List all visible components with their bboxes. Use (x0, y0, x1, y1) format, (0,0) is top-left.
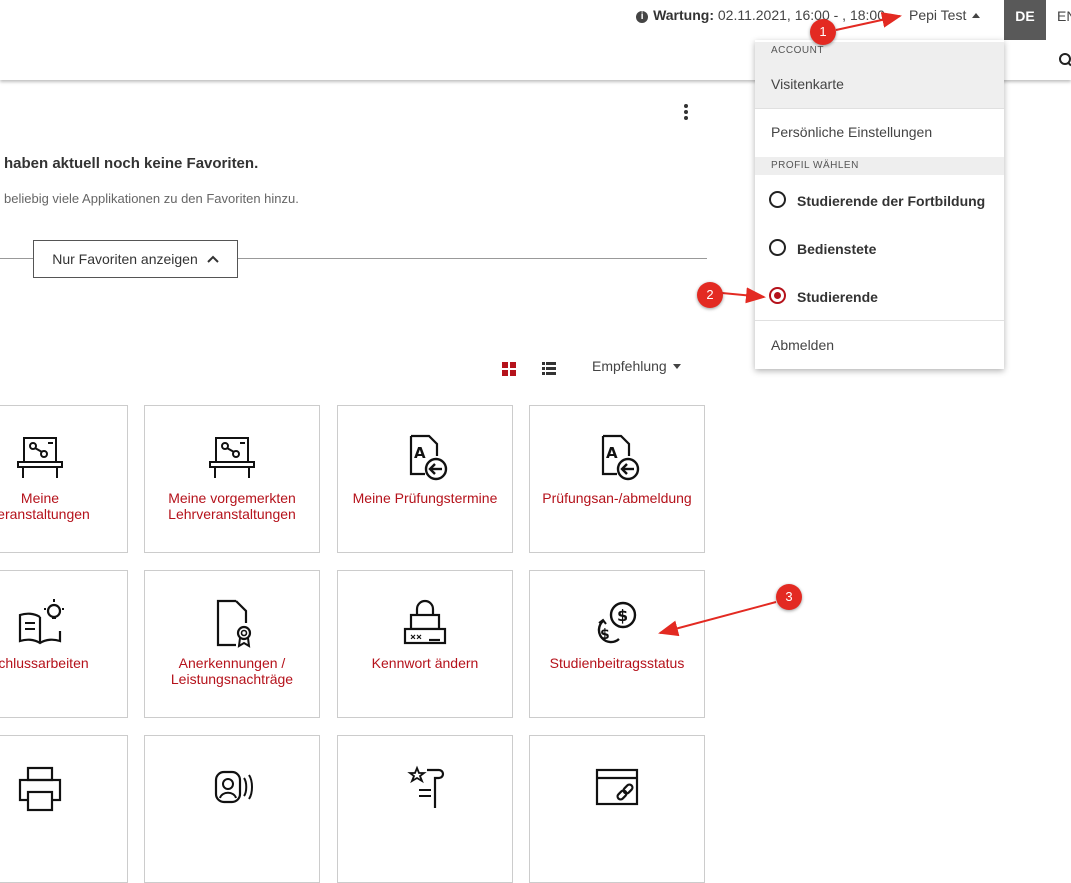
tile-theses[interactable]: schlussarbeiten (0, 570, 128, 718)
profile-option-students[interactable]: Studierende (755, 273, 1004, 321)
tile-label: schlussarbeiten (0, 655, 89, 671)
password-lock-icon: ×× (403, 599, 447, 645)
svg-text:A: A (606, 444, 618, 462)
tile-change-password[interactable]: ×× Kennwort ändern (337, 570, 513, 718)
exam-document-icon: A (409, 434, 448, 481)
radio-icon (769, 191, 786, 208)
account-dropdown: ACCOUNT Visitenkarte Persönliche Einstel… (755, 40, 1004, 369)
profile-option-label: Bedienstete (797, 241, 877, 257)
book-idea-icon (18, 599, 64, 645)
caret-up-icon (972, 13, 981, 18)
tile-tuition-status[interactable]: $ $ Studienbeitragsstatus (529, 570, 705, 718)
language-en-button[interactable]: EN (1057, 0, 1071, 40)
printer-icon (18, 766, 62, 812)
list-view-icon[interactable] (542, 362, 556, 376)
grid-view-icon[interactable] (502, 362, 516, 376)
profile-option-label: Studierende der Fortbildung (797, 193, 986, 209)
svg-text:××: ×× (410, 632, 422, 643)
user-menu-button[interactable]: Pepi Test (909, 7, 981, 23)
profile-section-header: PROFIL WÄHLEN (755, 157, 1004, 175)
lecture-board-icon (209, 437, 255, 478)
tile-label: Studienbeitragsstatus (549, 655, 685, 671)
user-name: Pepi Test (909, 7, 967, 23)
id-contact-icon (214, 770, 253, 804)
tile-label: Anerkennungen / (178, 655, 286, 671)
tile-print[interactable] (0, 735, 128, 883)
tile-certificate-scroll[interactable] (337, 735, 513, 883)
scroll-star-icon (407, 765, 445, 808)
tile-label: Meine Prüfungstermine (352, 490, 498, 506)
tile-label: Meine (20, 490, 60, 506)
language-de-button[interactable]: DE (1004, 0, 1046, 40)
favorites-empty-title: haben aktuell noch keine Favoriten. (4, 155, 259, 172)
tile-label: Lehrveranstaltungen (168, 506, 296, 522)
tile-recognitions[interactable]: Anerkennungen / Leistungsnachträge (144, 570, 320, 718)
caret-down-icon (672, 364, 681, 369)
profile-option-label: Studierende (797, 289, 878, 305)
profile-option-staff[interactable]: Bedienstete (755, 225, 1004, 273)
annotation-badge-2: 2 (697, 282, 723, 308)
browser-link-icon (595, 768, 639, 806)
maintenance-notice: i Wartung: 02.11.2021, 16:00 - , 18:00 (636, 7, 885, 23)
search-icon[interactable] (1058, 48, 1071, 72)
coins-exchange-icon: $$ (597, 601, 637, 644)
chevron-up-icon (207, 255, 219, 263)
menu-item-personal-settings[interactable]: Persönliche Einstellungen (755, 108, 1004, 156)
annotation-badge-3: 3 (776, 584, 802, 610)
menu-item-logout[interactable]: Abmelden (755, 321, 1004, 369)
svg-text:$: $ (617, 606, 628, 625)
favorites-empty-hint: beliebig viele Applikationen zu den Favo… (4, 191, 299, 206)
tile-label: Meine vorgemerkten (168, 490, 296, 506)
tile-label: Prüfungsan-/abmeldung (542, 490, 692, 506)
tile-exam-dates[interactable]: A Meine Prüfungstermine (337, 405, 513, 553)
sort-dropdown[interactable]: Empfehlung (592, 358, 681, 374)
more-options-icon[interactable] (683, 104, 689, 120)
tile-label: veranstaltungen (0, 506, 90, 522)
exam-document-icon: A (601, 434, 640, 481)
info-icon: i (636, 11, 649, 23)
menu-item-business-card[interactable]: Visitenkarte (755, 60, 1004, 108)
profile-option-continuing-students[interactable]: Studierende der Fortbildung (755, 177, 1004, 225)
maintenance-label: Wartung: (653, 7, 714, 23)
tile-label: Kennwort ändern (371, 655, 479, 671)
certificate-document-icon (216, 599, 252, 648)
radio-selected-icon (769, 287, 786, 304)
tile-label: Leistungsnachträge (170, 671, 294, 687)
show-favorites-only-button[interactable]: Nur Favoriten anzeigen (33, 240, 238, 278)
radio-icon (769, 239, 786, 256)
tile-web-link[interactable] (529, 735, 705, 883)
lecture-board-icon (17, 437, 63, 478)
annotation-badge-1: 1 (810, 19, 836, 45)
show-favorites-only-label: Nur Favoriten anzeigen (52, 251, 198, 267)
tile-bookmarked-courses[interactable]: Meine vorgemerkten Lehrveranstaltungen (144, 405, 320, 553)
sort-label: Empfehlung (592, 358, 667, 374)
svg-text:A: A (414, 444, 426, 462)
tile-contact-card[interactable] (144, 735, 320, 883)
tile-my-courses[interactable]: Meine veranstaltungen (0, 405, 128, 553)
tile-exam-registration[interactable]: A Prüfungsan-/abmeldung (529, 405, 705, 553)
maintenance-value: 02.11.2021, 16:00 - , 18:00 (717, 7, 885, 23)
account-section-header: ACCOUNT (755, 42, 1004, 60)
svg-text:$: $ (600, 627, 610, 643)
